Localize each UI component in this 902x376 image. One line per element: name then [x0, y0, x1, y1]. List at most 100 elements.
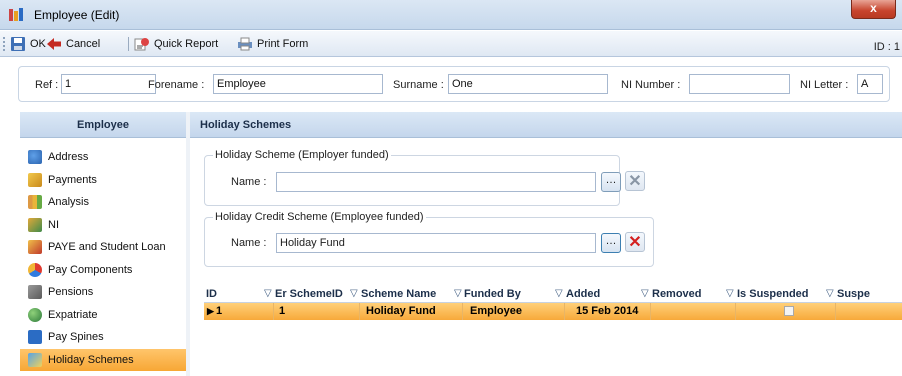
- nav-item-paye-student-loan[interactable]: PAYE and Student Loan: [20, 236, 186, 259]
- filter-icon[interactable]: ▽: [454, 288, 462, 299]
- people-icon: [28, 150, 42, 165]
- nav-item-expatriate[interactable]: Expatriate: [20, 304, 186, 327]
- expatriate-icon: [28, 307, 42, 322]
- ni-number-label: NI Number :: [621, 79, 681, 91]
- nav-item-pensions[interactable]: Pensions: [20, 281, 186, 304]
- column-header-funded-by[interactable]: Funded By: [464, 288, 521, 300]
- filter-icon[interactable]: ▽: [726, 288, 734, 299]
- nav-item-payments[interactable]: Payments: [20, 169, 186, 192]
- column-divider: [273, 303, 274, 320]
- ellipsis-icon: …: [605, 235, 617, 247]
- nav-item-ni[interactable]: NI: [20, 214, 186, 237]
- nav-item-label: Analysis: [48, 196, 89, 209]
- filter-icon[interactable]: ▽: [264, 288, 272, 299]
- toolbar: OK Cancel Quick Report Print Form ID : 1: [0, 31, 902, 57]
- ellipsis-icon: …: [605, 174, 617, 186]
- cell-scheme-name[interactable]: Holiday Fund: [366, 305, 436, 317]
- column-divider: [650, 303, 651, 320]
- cell-funded-by[interactable]: Employee: [470, 305, 522, 317]
- employer-name-label: Name :: [231, 176, 267, 188]
- filter-icon[interactable]: ▽: [555, 288, 563, 299]
- title-bar: Employee (Edit) x: [0, 0, 902, 30]
- surname-input[interactable]: One: [448, 74, 608, 94]
- nav-item-label: NI: [48, 218, 59, 231]
- column-header-removed[interactable]: Removed: [652, 288, 702, 300]
- close-button[interactable]: x: [851, 0, 896, 19]
- employee-clear-button[interactable]: ✕: [625, 232, 645, 252]
- column-header-scheme-name[interactable]: Scheme Name: [361, 288, 436, 300]
- employee-group-title: Holiday Credit Scheme (Employee funded): [213, 211, 426, 223]
- holiday-schemes-panel: Holiday Schemes Holiday Scheme (Employer…: [190, 112, 902, 376]
- employee-header-fields: Ref : 1 Forename : Employee Surname : On…: [18, 66, 890, 102]
- nav-item-label: Expatriate: [48, 308, 98, 321]
- quick-report-icon: [134, 38, 149, 51]
- employer-scheme-name-input[interactable]: [276, 172, 596, 192]
- toolbar-grip[interactable]: [3, 37, 5, 51]
- nav-item-label: Payments: [48, 173, 97, 186]
- employer-scheme-group: Holiday Scheme (Employer funded) Name : …: [204, 149, 621, 206]
- nav-item-address[interactable]: Address: [20, 146, 186, 169]
- cell-added[interactable]: 15 Feb 2014: [576, 305, 638, 317]
- pay-spines-icon: [28, 330, 42, 345]
- analysis-icon: [28, 195, 42, 210]
- ref-label: Ref :: [35, 79, 59, 91]
- column-header-is-suspended[interactable]: Is Suspended: [737, 288, 809, 300]
- column-divider: [359, 303, 360, 320]
- payments-icon: [28, 172, 42, 187]
- employer-browse-button[interactable]: …: [601, 172, 621, 192]
- quick-report-button[interactable]: Quick Report: [134, 36, 218, 52]
- employee-name-label: Name :: [231, 237, 267, 249]
- ni-letter-label: NI Letter :: [800, 79, 849, 91]
- nav-item-label: Address: [48, 151, 89, 164]
- nav-item-label: Holiday Schemes: [48, 353, 134, 366]
- column-divider: [835, 303, 836, 320]
- column-divider: [564, 303, 565, 320]
- is-suspended-checkbox[interactable]: [784, 306, 794, 316]
- ref-input[interactable]: 1: [61, 74, 156, 94]
- forename-label: Forename :: [148, 79, 205, 91]
- employer-clear-button[interactable]: ✕: [625, 171, 645, 191]
- paye-icon: [28, 240, 42, 255]
- table-row[interactable]: ▶ 1 1 Holiday Fund Employee 15 Feb 2014: [204, 303, 902, 320]
- nav-item-label: PAYE and Student Loan: [48, 241, 166, 254]
- nav-list: Address Payments Analysis NI PAYE and St…: [20, 138, 186, 371]
- delete-x-icon: ✕: [628, 173, 642, 190]
- nav-item-holiday-schemes[interactable]: Holiday Schemes: [20, 348, 186, 371]
- filter-icon[interactable]: ▽: [826, 288, 834, 299]
- filter-icon[interactable]: ▽: [641, 288, 649, 299]
- ok-label: OK: [30, 38, 46, 50]
- ok-button[interactable]: OK: [10, 36, 46, 52]
- column-divider: [735, 303, 736, 320]
- employee-scheme-name-input[interactable]: Holiday Fund: [276, 233, 596, 253]
- print-form-label: Print Form: [257, 38, 309, 50]
- holiday-schemes-grid: ID ▽ Er SchemeID ▽ Scheme Name ▽ Funded …: [204, 285, 902, 320]
- cell-er-scheme-id[interactable]: 1: [279, 305, 285, 317]
- employee-browse-button[interactable]: …: [601, 233, 621, 253]
- column-header-er-scheme-id[interactable]: Er SchemeID: [275, 288, 343, 300]
- cell-id[interactable]: 1: [216, 305, 222, 317]
- ni-number-input[interactable]: [689, 74, 790, 94]
- nav-item-analysis[interactable]: Analysis: [20, 191, 186, 214]
- filter-icon[interactable]: ▽: [350, 288, 358, 299]
- window-title: Employee (Edit): [34, 8, 120, 22]
- ni-icon: [28, 217, 42, 232]
- cancel-button[interactable]: Cancel: [46, 36, 100, 52]
- ni-letter-input[interactable]: A: [857, 74, 883, 94]
- nav-item-pay-components[interactable]: Pay Components: [20, 259, 186, 282]
- column-header-added[interactable]: Added: [566, 288, 600, 300]
- quick-report-label: Quick Report: [154, 38, 219, 50]
- record-id-label: ID : 1: [873, 41, 900, 53]
- column-header-suspended[interactable]: Suspe: [837, 288, 870, 300]
- content-title: Holiday Schemes: [190, 112, 902, 138]
- nav-item-pay-spines[interactable]: Pay Spines: [20, 326, 186, 349]
- delete-x-icon: ✕: [628, 234, 642, 251]
- print-form-button[interactable]: Print Form: [237, 36, 308, 52]
- employer-group-title: Holiday Scheme (Employer funded): [213, 149, 391, 161]
- grid-header: ID ▽ Er SchemeID ▽ Scheme Name ▽ Funded …: [204, 285, 902, 303]
- nav-item-label: Pay Spines: [48, 331, 104, 344]
- employee-nav-panel: Employee Address Payments Analysis NI PA…: [20, 112, 186, 376]
- back-arrow-icon: [47, 38, 61, 50]
- forename-input[interactable]: Employee: [213, 74, 383, 94]
- pay-components-icon: [28, 262, 42, 277]
- column-header-id[interactable]: ID: [206, 288, 217, 300]
